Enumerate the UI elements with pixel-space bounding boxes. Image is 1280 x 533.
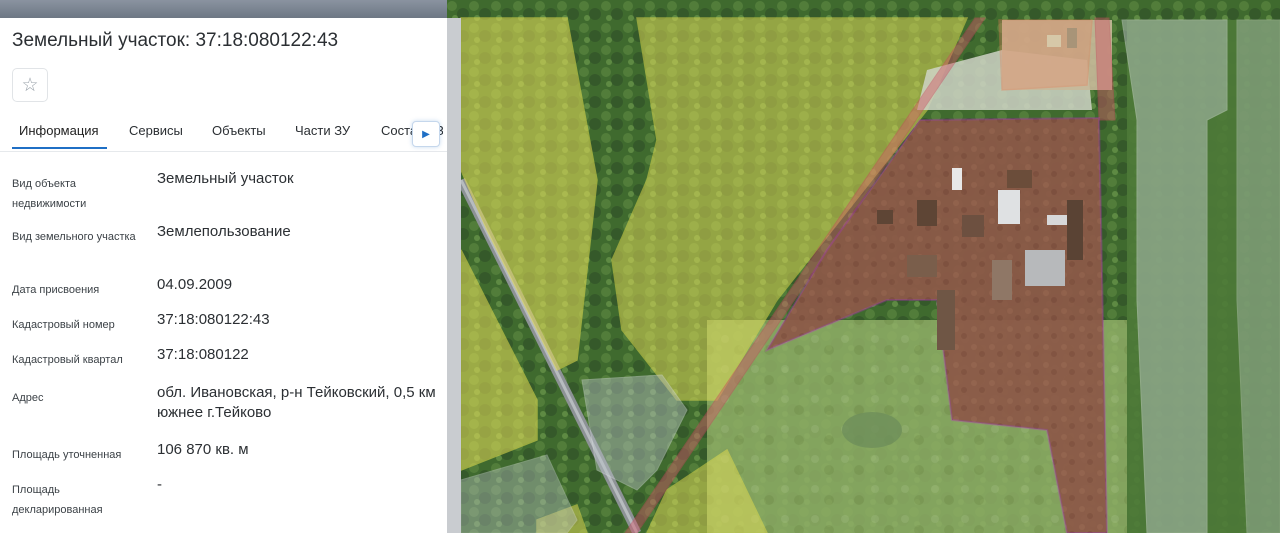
field-value: Земельный участок [157, 170, 294, 187]
panel-map-divider[interactable] [447, 18, 461, 533]
field-label: Площадь уточненная [12, 449, 122, 461]
field-value: 37:18:080122 [157, 346, 249, 363]
field-row-object-type: Вид объекта недвижимости Земельный участ… [12, 170, 442, 214]
field-value: обл. Ивановская, р-н Тейковский, 0,5 км … [157, 384, 436, 421]
tab-parts[interactable]: Части ЗУ [295, 123, 350, 138]
field-row-area-declared: Площадь декларированная - [12, 476, 442, 520]
field-label: Площадь декларированная [12, 484, 103, 516]
field-label: Кадастровый номер [12, 319, 115, 331]
field-row-address: Адрес обл. Ивановская, р-н Тейковский, 0… [12, 384, 442, 430]
tab-objects[interactable]: Объекты [212, 123, 266, 138]
field-label: Вид земельного участка [12, 231, 136, 243]
field-label: Дата присвоения [12, 284, 100, 296]
field-row-area-specified: Площадь уточненная 106 870 кв. м [12, 441, 442, 465]
info-panel: Земельный участок: 37:18:080122:43 ☆ Инф… [0, 18, 447, 533]
field-value: 04.09.2009 [157, 276, 233, 293]
field-row-assignment-date: Дата присвоения 04.09.2009 [12, 276, 442, 300]
tab-services[interactable]: Сервисы [129, 123, 183, 138]
chevron-right-icon: ▶ [422, 128, 430, 140]
field-label: Вид объекта недвижимости [12, 178, 87, 210]
field-row-cadastral-quarter: Кадастровый квартал 37:18:080122 [12, 346, 442, 370]
star-icon: ☆ [21, 74, 39, 96]
field-value: 106 870 кв. м [157, 441, 249, 458]
field-value: Землепользование [157, 223, 291, 240]
field-label: Адрес [12, 392, 44, 404]
favorite-button[interactable]: ☆ [12, 68, 48, 102]
field-row-land-type: Вид земельного участка Землепользование [12, 223, 442, 267]
active-tab-indicator [12, 147, 107, 149]
field-row-cadastral-number: Кадастровый номер 37:18:080122:43 [12, 311, 442, 335]
map-view[interactable] [447, 0, 1280, 533]
field-value: 37:18:080122:43 [157, 311, 270, 328]
tab-information[interactable]: Информация [19, 123, 99, 138]
page-title: Земельный участок: 37:18:080122:43 [12, 30, 339, 51]
tab-scroll-right-button[interactable]: ▶ [412, 121, 440, 147]
field-value: - [157, 476, 162, 493]
tab-bar: Информация Сервисы Объекты Части ЗУ Сост… [0, 115, 447, 152]
satellite-map[interactable] [447, 0, 1280, 533]
field-label: Кадастровый квартал [12, 354, 123, 366]
